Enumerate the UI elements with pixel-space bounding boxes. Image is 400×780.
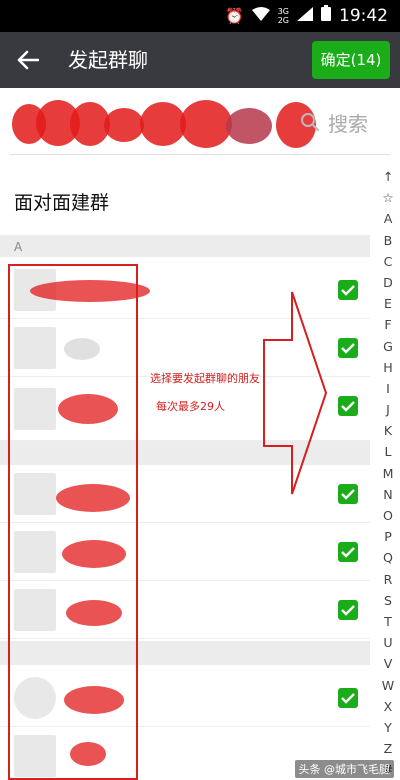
search-input[interactable]: 搜索 (328, 108, 368, 137)
index-letter[interactable]: V (376, 653, 400, 674)
index-letter[interactable]: ↑ (376, 166, 400, 187)
alarm-icon: ⏰ (225, 7, 244, 25)
index-letter[interactable]: F (376, 314, 400, 335)
index-letter[interactable]: Y (376, 717, 400, 738)
index-letter[interactable]: X (376, 696, 400, 717)
network-type-label: 3G 2G (277, 7, 289, 25)
alphabet-index[interactable]: ↑ ☆ A B C D E F G H I J K L M N O P Q R S T U V W X Y Z # (376, 166, 400, 780)
check-icon (341, 401, 355, 412)
index-letter[interactable]: I (376, 378, 400, 399)
annotation-text: 选择要发起群聊的朋友 (150, 372, 260, 385)
section-header: A (0, 235, 370, 257)
check-icon (341, 285, 355, 296)
index-letter[interactable]: N (376, 484, 400, 505)
index-letter[interactable]: R (376, 569, 400, 590)
index-letter[interactable]: B (376, 230, 400, 251)
selected-avatar-redaction (104, 108, 144, 142)
index-letter[interactable]: M (376, 463, 400, 484)
index-letter[interactable]: S (376, 590, 400, 611)
check-icon (341, 693, 355, 704)
index-letter[interactable]: U (376, 632, 400, 653)
index-letter[interactable]: T (376, 611, 400, 632)
battery-icon (321, 0, 331, 32)
selected-contacts-strip[interactable]: 搜索 (0, 88, 400, 160)
checkbox-checked[interactable] (338, 600, 358, 620)
check-icon (341, 489, 355, 500)
check-icon (341, 605, 355, 616)
back-arrow-icon (17, 50, 39, 70)
index-letter[interactable]: A (376, 208, 400, 229)
checkbox-checked[interactable] (338, 396, 358, 416)
index-letter[interactable]: Q (376, 547, 400, 568)
confirm-button[interactable]: 确定(14) (312, 41, 390, 79)
status-bar: ⏰ 3G 2G 19:42 (0, 0, 400, 32)
checkbox-checked[interactable] (338, 542, 358, 562)
face-to-face-group-row[interactable]: 面对面建群 (0, 175, 400, 231)
back-button[interactable] (10, 42, 46, 78)
index-letter[interactable]: H (376, 357, 400, 378)
divider (10, 154, 390, 155)
index-letter[interactable]: D (376, 272, 400, 293)
index-letter[interactable]: C (376, 251, 400, 272)
face-to-face-label: 面对面建群 (14, 192, 110, 214)
index-letter[interactable]: P (376, 526, 400, 547)
index-letter[interactable]: Z (376, 738, 400, 759)
index-letter[interactable]: W (376, 675, 400, 696)
checkbox-checked[interactable] (338, 688, 358, 708)
page-title: 发起群聊 (68, 48, 148, 72)
annotation-arrow (263, 291, 328, 495)
checkbox-checked[interactable] (338, 338, 358, 358)
check-icon (341, 547, 355, 558)
status-time: 19:42 (339, 6, 388, 26)
selected-avatar-redaction (226, 108, 272, 144)
index-letter[interactable]: O (376, 505, 400, 526)
check-icon (341, 343, 355, 354)
selected-avatar-redaction (180, 100, 232, 148)
wifi-icon (251, 0, 270, 32)
checkbox-checked[interactable] (338, 484, 358, 504)
index-letter[interactable]: K (376, 420, 400, 441)
index-letter[interactable]: L (376, 441, 400, 462)
index-letter[interactable]: ☆ (376, 187, 400, 208)
index-letter[interactable]: E (376, 293, 400, 314)
watermark: 头条 @城市飞毛腿 (294, 760, 394, 778)
signal-icon (297, 0, 313, 32)
index-letter[interactable]: J (376, 399, 400, 420)
annotation-highlight-box (8, 264, 138, 780)
annotation-text: 每次最多29人 (156, 400, 225, 413)
checkbox-checked[interactable] (338, 280, 358, 300)
top-bar: 发起群聊 确定(14) (0, 32, 400, 88)
index-letter[interactable]: G (376, 336, 400, 357)
search-icon (301, 113, 320, 132)
